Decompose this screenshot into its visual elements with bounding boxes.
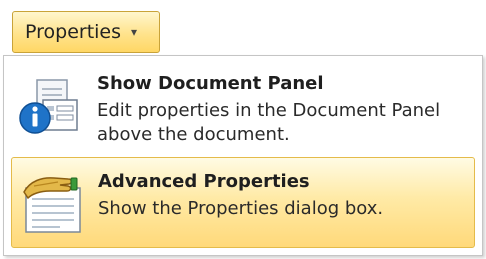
menu-item-title: Advanced Properties bbox=[98, 171, 310, 192]
chevron-down-icon: ▾ bbox=[131, 25, 138, 39]
menu-item-description: Edit properties in the Document Panel ab… bbox=[97, 100, 441, 145]
properties-dialog-icon bbox=[23, 177, 81, 233]
menu-item-show-document-panel[interactable]: Show Document Panel Edit properties in t… bbox=[11, 62, 475, 154]
properties-dropdown-label: Properties bbox=[25, 21, 122, 43]
menu-item-description: Show the Properties dialog box. bbox=[98, 198, 384, 219]
properties-menu: Show Document Panel Edit properties in t… bbox=[3, 55, 483, 256]
document-info-icon bbox=[19, 79, 78, 134]
menu-item-advanced-properties[interactable]: Advanced Properties Show the Properties … bbox=[11, 157, 475, 248]
menu-item-title: Show Document Panel bbox=[97, 73, 324, 94]
properties-dropdown-button[interactable]: Properties ▾ bbox=[12, 11, 160, 53]
